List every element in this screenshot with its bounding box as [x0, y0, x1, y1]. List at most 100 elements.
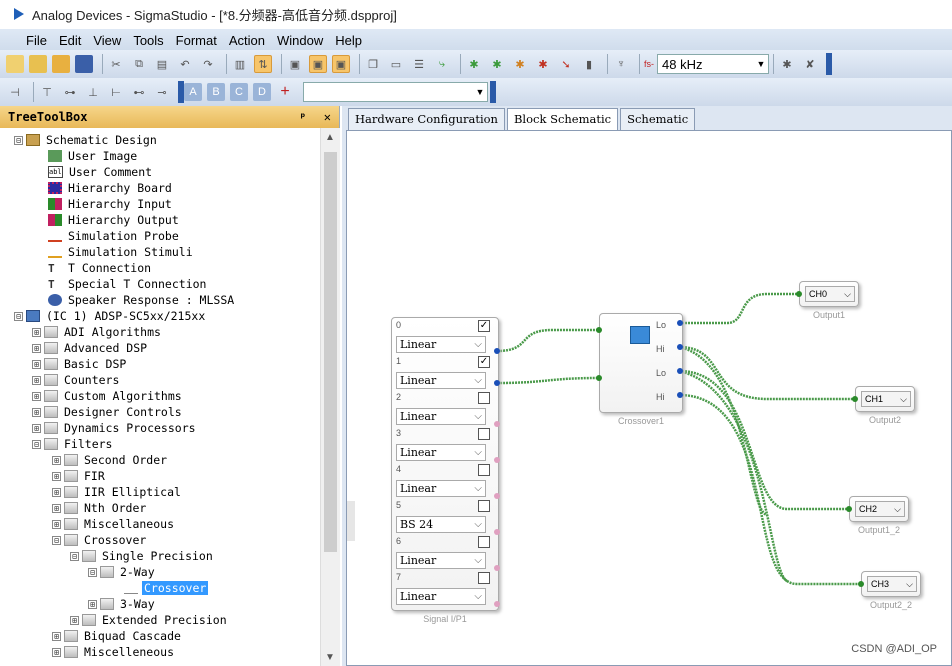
tree-node-user-image[interactable]: User Image: [48, 148, 139, 164]
pin-icon[interactable]: ᵖ: [299, 110, 306, 124]
collapse-icon[interactable]: ⊟: [88, 567, 97, 577]
tree-node-ic1[interactable]: ⊟ (IC 1) ADSP-SC5xx/215xx: [14, 308, 207, 324]
channel-4-mode-select[interactable]: Linear ⌵: [396, 480, 486, 497]
channel-7-checkbox[interactable]: [478, 572, 490, 584]
expand-icon[interactable]: ⊞: [52, 503, 61, 513]
new-project-icon[interactable]: [6, 55, 24, 73]
tree-node-custom-algorithms[interactable]: ⊞ Custom Algorithms: [32, 388, 184, 404]
expand-icon[interactable]: ⊞: [88, 599, 97, 609]
channel-5-checkbox[interactable]: [478, 500, 490, 512]
signal-out-pin-1[interactable]: [494, 380, 500, 386]
cut-icon[interactable]: ✂: [107, 55, 125, 73]
font-c-icon[interactable]: C: [230, 83, 248, 101]
output-ch3-select[interactable]: CH3 ⌵: [867, 576, 917, 592]
view-toggle-icon[interactable]: ▥: [231, 55, 249, 73]
window-icon[interactable]: ❐: [364, 55, 382, 73]
menu-window[interactable]: Window: [271, 33, 329, 48]
layout-b-icon[interactable]: ▣: [309, 55, 327, 73]
channel-6-checkbox[interactable]: [478, 536, 490, 548]
collapse-icon[interactable]: ⊟: [52, 535, 61, 545]
collapse-icon[interactable]: ⊟: [14, 135, 23, 145]
align-bottom-icon[interactable]: ⊥: [84, 83, 102, 101]
align-middle-icon[interactable]: ⊶: [61, 83, 79, 101]
expand-icon[interactable]: ⊞: [32, 407, 41, 417]
link-mode-icon[interactable]: ⇅: [254, 55, 272, 73]
output-ch1-pin[interactable]: [852, 396, 858, 402]
output-ch2-pin[interactable]: [846, 506, 852, 512]
channel-1-mode-select[interactable]: Linear ⌵: [396, 372, 486, 389]
tree-node-basic-dsp[interactable]: ⊞ Basic DSP: [32, 356, 128, 372]
menu-action[interactable]: Action: [223, 33, 271, 48]
crossover-out-pin-0[interactable]: [677, 320, 683, 326]
channel-2-mode-select[interactable]: Linear ⌵: [396, 408, 486, 425]
tree-node-special-t-connection[interactable]: T Special T Connection: [48, 276, 208, 292]
expand-icon[interactable]: ⊞: [52, 455, 61, 465]
output-ch3-pin[interactable]: [858, 581, 864, 587]
output-ch2-select[interactable]: CH2 ⌵: [855, 501, 905, 517]
split-icon[interactable]: ☰: [410, 55, 428, 73]
tree-node-schematic-design[interactable]: ⊟ Schematic Design: [14, 132, 159, 148]
tree-node-fir[interactable]: ⊞ FIR: [52, 468, 107, 484]
expand-icon[interactable]: ⊞: [52, 519, 61, 529]
scroll-thumb[interactable]: [324, 152, 337, 552]
font-b-icon[interactable]: B: [207, 83, 225, 101]
signal-out-pin-0[interactable]: [494, 348, 500, 354]
output-block-ch3[interactable]: CH3 ⌵: [861, 571, 921, 597]
channel-4-checkbox[interactable]: [478, 464, 490, 476]
flow-icon[interactable]: ⤷: [433, 55, 451, 73]
sample-rate-select[interactable]: 48 kHz ▼: [657, 54, 769, 74]
tree-node-crossover-selected[interactable]: Crossover: [124, 580, 209, 596]
link-compile-icon[interactable]: ✱: [465, 55, 483, 73]
tree-node-advanced-dsp[interactable]: ⊞ Advanced DSP: [32, 340, 149, 356]
channel-7-mode-select[interactable]: Linear ⌵: [396, 588, 486, 605]
crossover-out-pin-3[interactable]: [677, 392, 683, 398]
tree-node-hierarchy-input[interactable]: Hierarchy Input: [48, 196, 174, 212]
layout-c-icon[interactable]: ▣: [332, 55, 350, 73]
format-select[interactable]: ▼: [303, 82, 488, 102]
format-overflow2-icon[interactable]: [490, 81, 496, 103]
scroll-down-icon[interactable]: ▼: [325, 652, 335, 663]
tree-node-3-way[interactable]: ⊞ 3-Way: [88, 596, 157, 612]
expand-icon[interactable]: ⊞: [32, 343, 41, 353]
add-icon[interactable]: +: [276, 83, 294, 101]
expand-icon[interactable]: ⊞: [52, 631, 61, 641]
output-ch1-select[interactable]: CH1 ⌵: [861, 391, 911, 407]
close-icon[interactable]: ✕: [324, 110, 331, 124]
collapse-icon[interactable]: ⊟: [32, 439, 41, 449]
layout-a-icon[interactable]: ▣: [286, 55, 304, 73]
signal-out-pin-7[interactable]: [494, 601, 500, 607]
tree-node-second-order[interactable]: ⊞ Second Order: [52, 452, 169, 468]
tree-node-biquad-cascade[interactable]: ⊞ Biquad Cascade: [52, 628, 183, 644]
tab-block-schematic[interactable]: Block Schematic: [506, 108, 619, 130]
channel-5-mode-select[interactable]: BS 24 ⌵: [396, 516, 486, 533]
expand-icon[interactable]: ⊞: [32, 327, 41, 337]
output-ch0-pin[interactable]: [796, 291, 802, 297]
scroll-up-icon[interactable]: ▲: [325, 132, 335, 143]
channel-6-mode-select[interactable]: Linear ⌵: [396, 552, 486, 569]
signal-input-block[interactable]: 0 ✓ Linear ⌵ 1 ✓ Linear ⌵ 2 Linear ⌵ 3 Line…: [391, 317, 499, 611]
undo-icon[interactable]: ↶: [176, 55, 194, 73]
channel-3-checkbox[interactable]: [478, 428, 490, 440]
signal-out-pin-3[interactable]: [494, 457, 500, 463]
tree-node-simulation-stimuli[interactable]: Simulation Stimuli: [48, 244, 195, 260]
distribute-v-icon[interactable]: ⊸: [153, 83, 171, 101]
expand-icon[interactable]: ⊞: [52, 647, 61, 657]
tree-node-nth-order[interactable]: ⊞ Nth Order: [52, 500, 148, 516]
save-icon[interactable]: [75, 55, 93, 73]
redo-icon[interactable]: ↷: [199, 55, 217, 73]
tree-node-miscellaneous[interactable]: ⊞ Miscellaneous: [52, 516, 176, 532]
tree-node-2-way[interactable]: ⊟ 2-Way: [88, 564, 157, 580]
copy-icon[interactable]: ⧉: [130, 55, 148, 73]
save-all-icon[interactable]: ▮: [580, 55, 598, 73]
tree-node-hierarchy-board[interactable]: Hierarchy Board: [48, 180, 174, 196]
menu-format[interactable]: Format: [170, 33, 223, 48]
channel-0-mode-select[interactable]: Linear ⌵: [396, 336, 486, 353]
collapse-icon[interactable]: ⊟: [70, 551, 79, 561]
tree-node-speaker-response[interactable]: Speaker Response : MLSSA: [48, 292, 236, 308]
schematic-canvas[interactable]: 0 ✓ Linear ⌵ 1 ✓ Linear ⌵ 2 Linear ⌵ 3 Line…: [346, 130, 952, 666]
tree-node-miscelleneous[interactable]: ⊞ Miscelleneous: [52, 644, 176, 660]
tree-node-simulation-probe[interactable]: Simulation Probe: [48, 228, 181, 244]
menu-help[interactable]: Help: [329, 33, 368, 48]
expand-icon[interactable]: ⊞: [32, 423, 41, 433]
output-block-ch1[interactable]: CH1 ⌵: [855, 386, 915, 412]
